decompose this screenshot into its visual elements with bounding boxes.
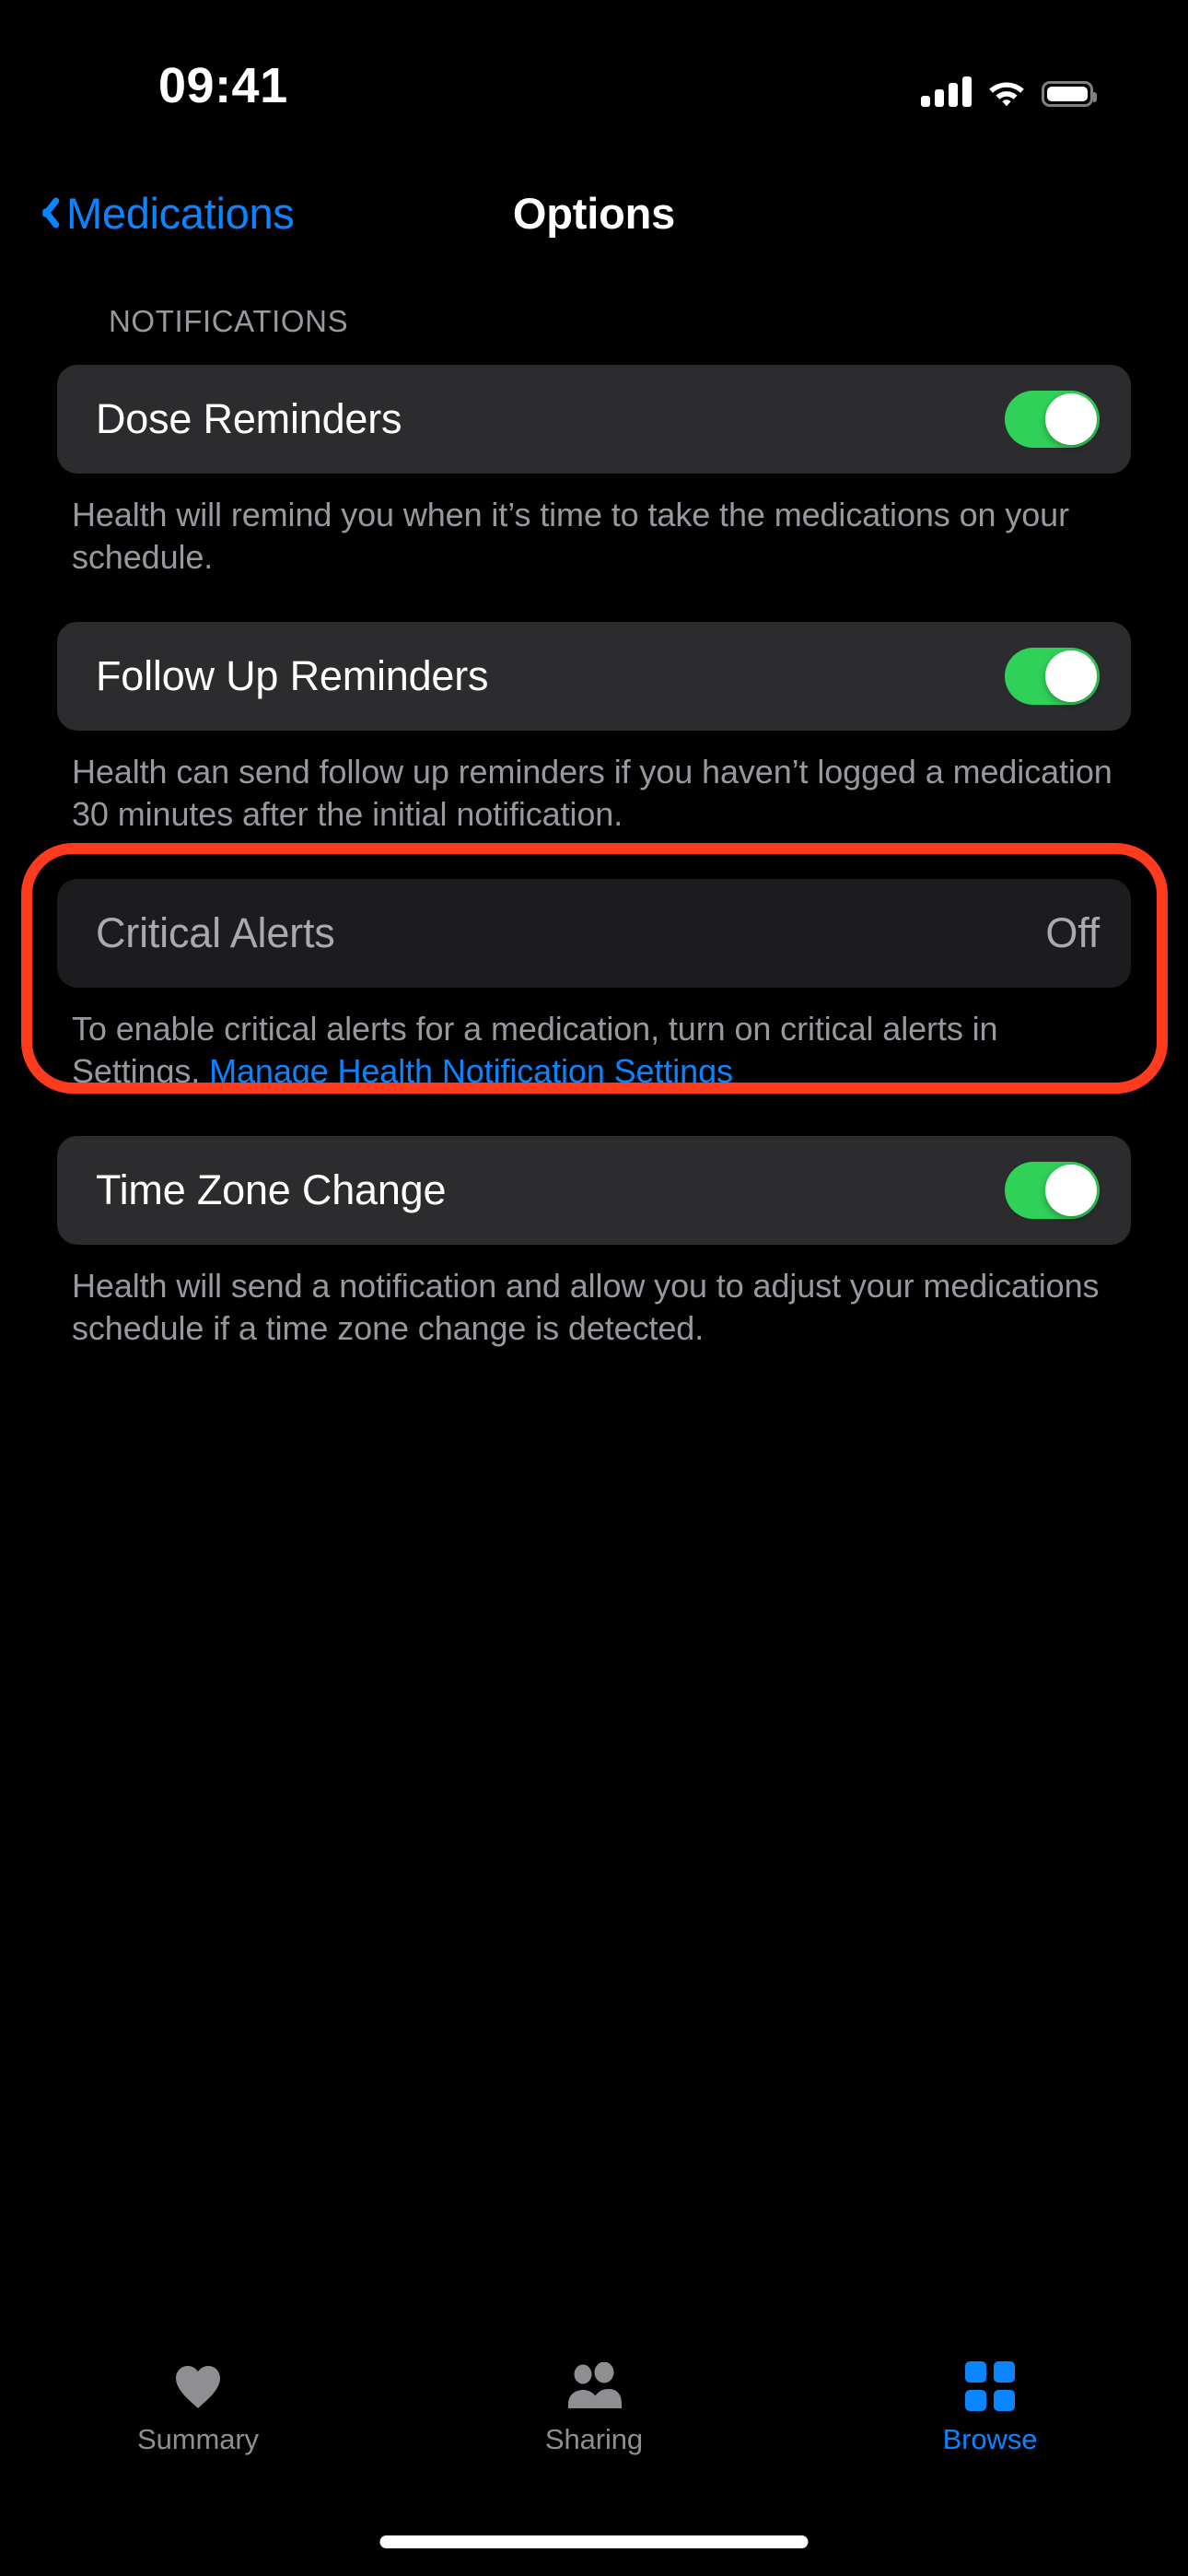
section-header-notifications: NOTIFICATIONS — [109, 304, 349, 338]
tab-label: Summary — [137, 2423, 259, 2455]
row-critical-alerts[interactable]: Critical Alerts Off — [57, 878, 1131, 988]
status-bar-indicators — [921, 66, 1097, 107]
tab-browse[interactable]: Browse — [792, 2349, 1188, 2456]
iphone-screen: 09:41 Medications Options NOTIFICATIONS — [0, 0, 1188, 2576]
footer-follow-up-reminders: Health can send follow up reminders if y… — [72, 752, 1112, 834]
row-label: Time Zone Change — [96, 1165, 447, 1213]
tab-summary[interactable]: Summary — [0, 2349, 396, 2456]
home-indicator[interactable] — [379, 2535, 809, 2548]
settings-list: NOTIFICATIONS Dose Reminders Health will… — [0, 304, 1188, 1351]
dose-reminders-toggle[interactable] — [1005, 391, 1100, 448]
follow-up-reminders-toggle[interactable] — [1005, 647, 1100, 705]
footer-time-zone-change: Health will send a notification and allo… — [72, 1266, 1100, 1348]
back-button-label: Medications — [66, 188, 295, 238]
row-follow-up-reminders[interactable]: Follow Up Reminders — [57, 621, 1131, 731]
row-label: Dose Reminders — [96, 395, 402, 442]
tab-bar: Summary Sharing Browse — [0, 2349, 1188, 2488]
tab-label: Sharing — [544, 2423, 644, 2455]
tab-sharing[interactable]: Sharing — [396, 2349, 792, 2456]
time-zone-change-toggle[interactable] — [1005, 1161, 1100, 1219]
footer-dose-reminders: Health will remind you when it’s time to… — [72, 496, 1069, 577]
people-icon — [565, 2360, 623, 2412]
wifi-icon — [987, 77, 1026, 107]
grid-squares-icon — [965, 2360, 1015, 2412]
status-bar: 09:41 — [0, 0, 1188, 138]
status-bar-time: 09:41 — [158, 58, 288, 113]
tab-label: Browse — [942, 2423, 1038, 2455]
chevron-left-icon — [35, 193, 57, 232]
critical-alerts-value: Off — [1045, 908, 1100, 956]
battery-full-icon — [1042, 81, 1097, 107]
cellular-bars-icon — [921, 76, 972, 107]
navigation-bar: Medications Options — [0, 162, 1188, 263]
footer-critical-alerts: To enable critical alerts for a medicati… — [57, 1008, 1131, 1094]
row-label: Critical Alerts — [96, 908, 335, 956]
manage-health-notification-settings-link[interactable]: Manage Health Notification Settings — [209, 1052, 733, 1090]
back-button[interactable]: Medications — [35, 162, 295, 263]
row-dose-reminders[interactable]: Dose Reminders — [57, 365, 1131, 474]
row-label: Follow Up Reminders — [96, 651, 489, 699]
row-time-zone-change[interactable]: Time Zone Change — [57, 1135, 1131, 1245]
heart-icon — [172, 2360, 224, 2412]
